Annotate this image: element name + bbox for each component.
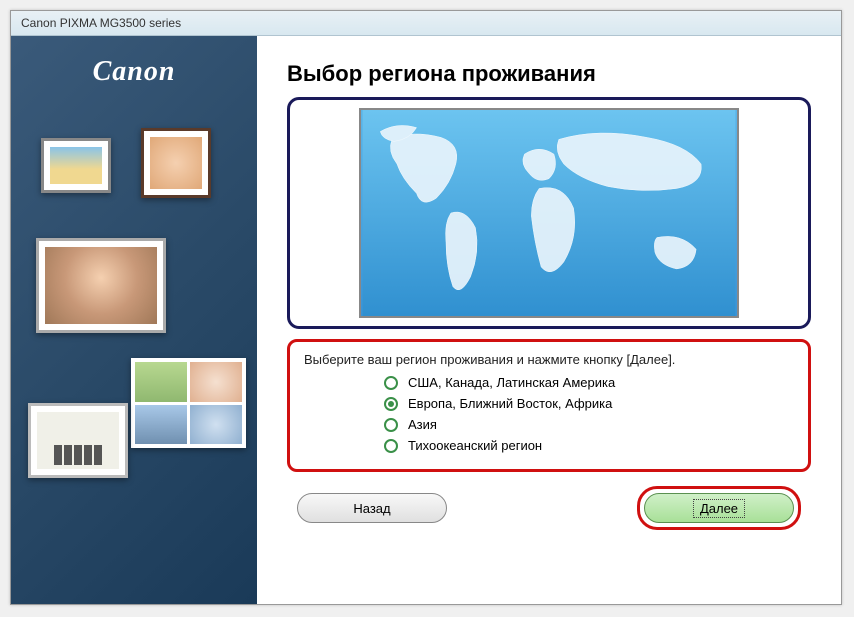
world-map-image xyxy=(359,108,739,318)
region-option-emea[interactable]: Европа, Ближний Восток, Африка xyxy=(384,396,794,411)
radio-icon xyxy=(384,418,398,432)
radio-icon xyxy=(384,397,398,411)
window-titlebar: Canon PIXMA MG3500 series xyxy=(11,11,841,36)
radio-label: Европа, Ближний Восток, Африка xyxy=(408,396,612,411)
instruction-text: Выберите ваш регион проживания и нажмите… xyxy=(304,352,794,367)
photo-frame xyxy=(28,403,128,478)
photo-frame xyxy=(41,138,111,193)
page-title: Выбор региона проживания xyxy=(287,61,811,87)
window-content: Canon Выбор региона проживания xyxy=(11,36,841,604)
options-highlight-box: Выберите ваш регион проживания и нажмите… xyxy=(287,339,811,472)
button-row: Назад Далее xyxy=(287,486,811,530)
brand-logo: Canon xyxy=(11,56,257,88)
photo-frame xyxy=(131,358,246,448)
photo-frame xyxy=(36,238,166,333)
next-highlight-box: Далее xyxy=(637,486,801,530)
radio-label: Тихоокеанский регион xyxy=(408,438,542,453)
main-panel: Выбор региона проживания xyxy=(257,36,841,604)
map-highlight-box xyxy=(287,97,811,329)
photo-frame xyxy=(141,128,211,198)
region-option-americas[interactable]: США, Канада, Латинская Америка xyxy=(384,375,794,390)
region-option-pacific[interactable]: Тихоокеанский регион xyxy=(384,438,794,453)
region-radio-group: США, Канада, Латинская Америка Европа, Б… xyxy=(384,375,794,453)
radio-label: Азия xyxy=(408,417,437,432)
radio-icon xyxy=(384,376,398,390)
next-button-label: Далее xyxy=(693,499,745,518)
back-button[interactable]: Назад xyxy=(297,493,447,523)
next-button[interactable]: Далее xyxy=(644,493,794,523)
installer-window: Canon PIXMA MG3500 series Canon Выбор ре… xyxy=(10,10,842,605)
sidebar: Canon xyxy=(11,36,257,604)
region-option-asia[interactable]: Азия xyxy=(384,417,794,432)
radio-icon xyxy=(384,439,398,453)
decorative-frames xyxy=(11,108,257,558)
radio-label: США, Канада, Латинская Америка xyxy=(408,375,615,390)
